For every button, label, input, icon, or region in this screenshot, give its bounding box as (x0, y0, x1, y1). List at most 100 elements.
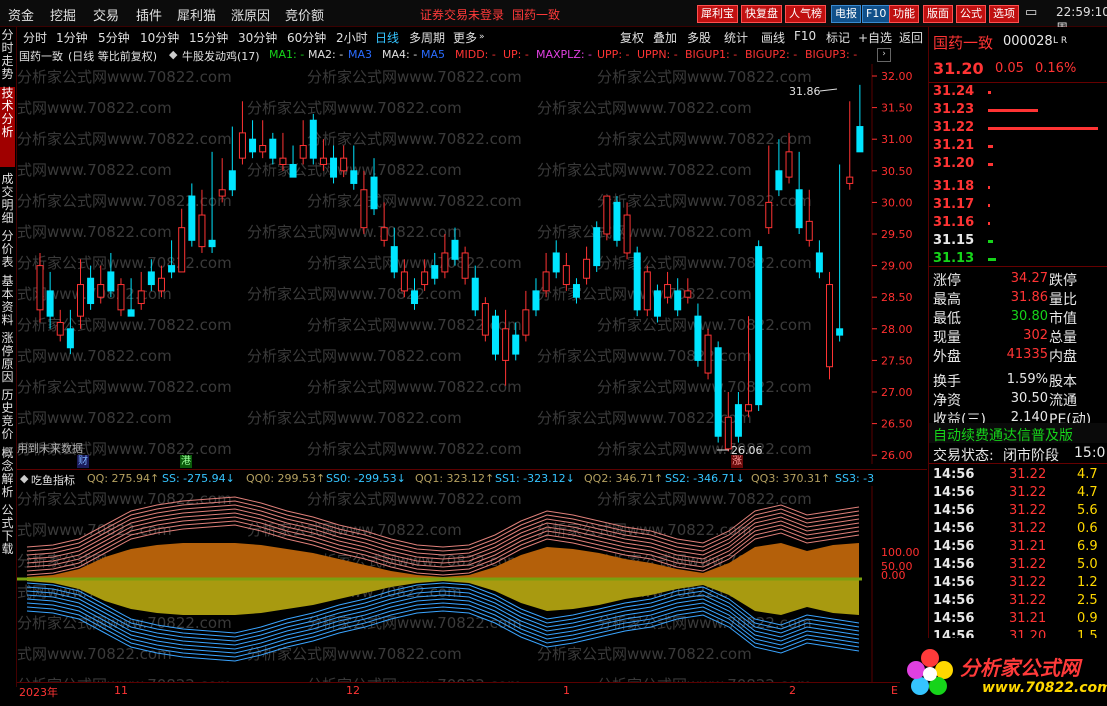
tick-row: 14:56 31.22 2.5 (933, 593, 1107, 611)
tick-time: 14:56 (933, 593, 975, 608)
add-watchlist-button[interactable]: +自选 (858, 29, 892, 46)
options-button[interactable]: 选项 (989, 5, 1019, 23)
menu-funds[interactable]: 资金 (8, 5, 34, 24)
period-10min[interactable]: 10分钟 (140, 29, 179, 46)
chart-stock-name: 国药一致 (19, 50, 63, 63)
watermark-text: 分析家公式网www.70822.com (17, 490, 232, 508)
menu-mining[interactable]: 挖掘 (50, 5, 76, 24)
period-daily[interactable]: 日线 (375, 29, 399, 46)
qq-value: QQ: 275.94↑ (87, 472, 160, 485)
minimize-icon[interactable]: ▭ (1025, 5, 1037, 20)
tab-price-table[interactable]: 分价表 (0, 230, 15, 270)
finance-marker[interactable]: 财 (77, 455, 89, 468)
login-notice[interactable]: 证券交易未登录 (420, 6, 504, 23)
menu-xilimao[interactable]: 犀利猫 (177, 5, 216, 24)
tab-history-auction[interactable]: 历史竞价 (0, 389, 15, 441)
trade-status-time: 15:0 (1074, 445, 1106, 461)
quick-review-button[interactable]: 快复盘 (741, 5, 782, 23)
price-tick-label: 31.00 (881, 133, 913, 146)
tab-basic-info[interactable]: 基本资料 (0, 275, 15, 327)
chart-mode[interactable]: (日线 等比前复权) (68, 48, 157, 64)
function-button[interactable]: 功能 (889, 5, 919, 23)
price-tick-label: 28.00 (881, 323, 913, 336)
period-1min[interactable]: 1分钟 (56, 29, 88, 46)
statistics-button[interactable]: 统计 (724, 29, 748, 46)
popularity-button[interactable]: 人气榜 (785, 5, 826, 23)
candle-body (340, 157, 348, 172)
ad-banner[interactable]: 自动续费通达信普及版 (933, 425, 1073, 445)
stat-label-right: 流通 (1049, 393, 1077, 409)
flower-logo-icon (907, 649, 953, 695)
order-book-row[interactable]: 31.24 (933, 84, 1103, 102)
candle-body (471, 277, 479, 311)
overlay-button[interactable]: 叠加 (653, 29, 677, 46)
expand-icon[interactable]: › (877, 48, 891, 62)
hk-marker[interactable]: 港 (180, 455, 192, 468)
tab-concept[interactable]: 概念解析 (0, 447, 15, 499)
formula-button[interactable]: 公式 (956, 5, 986, 23)
order-book-row[interactable]: 31.16 (933, 215, 1103, 233)
tab-intraday[interactable]: 分时走势 (0, 29, 15, 81)
tab-formula-download[interactable]: 公式下载 (0, 504, 15, 556)
candle-body (249, 138, 257, 153)
bigup2-label: BIGUP2: - (745, 48, 798, 61)
chart-f10-button[interactable]: F10 (794, 29, 816, 43)
candle-body (603, 195, 611, 235)
tick-row: 14:56 31.22 5.0 (933, 557, 1107, 575)
order-book-row[interactable]: 31.17 (933, 197, 1103, 215)
menu-plugins[interactable]: 插件 (136, 5, 162, 24)
xilibao-button[interactable]: 犀利宝 (697, 5, 738, 23)
menu-limit-reason[interactable]: 涨原因 (231, 5, 270, 24)
candle-body (168, 265, 176, 273)
candle-body (664, 284, 672, 298)
period-30min[interactable]: 30分钟 (238, 29, 277, 46)
price-tick-label: 29.00 (881, 260, 913, 273)
indicator-toggle-icon[interactable]: ◆ (169, 48, 177, 61)
sub-indicator-chart[interactable]: 分析家公式网www.70822.com 分析家公式网www.70822.com 分析… (17, 486, 928, 682)
candle-body (421, 271, 429, 286)
layout-button[interactable]: 版面 (923, 5, 953, 23)
price-tick-label: 31.50 (881, 102, 913, 115)
candle-body (279, 157, 287, 165)
indicator-name[interactable]: 牛股发动鸡(17) (182, 48, 260, 64)
order-book-bar (988, 258, 996, 261)
order-book-row[interactable]: 31.20 (933, 156, 1103, 174)
draw-line-button[interactable]: 画线 (761, 29, 785, 46)
order-book-row[interactable]: 31.21 (933, 138, 1103, 156)
order-book-price: 31.21 (933, 138, 975, 153)
period-more[interactable]: 更多 (453, 29, 477, 46)
tick-row: 14:56 31.21 0.9 (933, 611, 1107, 629)
candle-body (137, 290, 145, 305)
mark-button[interactable]: 标记 (826, 29, 850, 46)
adjust-button[interactable]: 复权 (620, 29, 644, 46)
watermark-text: 分析家公式网www.70822.com (537, 223, 752, 241)
candle-body (117, 284, 125, 311)
period-multi[interactable]: 多周期 (409, 29, 445, 46)
chevron-right-icon[interactable]: » (479, 32, 485, 42)
period-15min[interactable]: 15分钟 (189, 29, 228, 46)
back-button[interactable]: 返回 (899, 29, 923, 46)
order-book-row[interactable]: 31.15 (933, 233, 1103, 251)
telegraph-button[interactable]: 电报 (831, 5, 861, 23)
f10-button[interactable]: F10 (862, 5, 891, 23)
period-60min[interactable]: 60分钟 (287, 29, 326, 46)
multi-stock-button[interactable]: 多股 (687, 29, 711, 46)
limit-up-marker[interactable]: 涨 (731, 455, 743, 468)
candle-body (66, 328, 74, 349)
top-menu-bar: 资金 挖掘 交易 插件 犀利猫 涨原因 竞价额 证券交易未登录 国药一致 犀利宝… (0, 0, 1107, 35)
order-book-bar (988, 240, 993, 243)
candlestick-chart[interactable]: 分析家公式网www.70822.com 分析家公式网www.70822.com 分析… (17, 64, 928, 464)
tab-technical[interactable]: 技术分析 (0, 87, 15, 167)
order-book-row[interactable]: 31.23 (933, 102, 1103, 120)
period-2h[interactable]: 2小时 (336, 29, 368, 46)
candle-body (745, 404, 753, 412)
tab-transactions[interactable]: 成交明细 (0, 173, 15, 225)
menu-auction[interactable]: 竞价额 (285, 5, 324, 24)
sub-toggle-icon[interactable]: ◆ (20, 472, 28, 485)
order-book-row[interactable]: 31.22 (933, 120, 1103, 138)
tab-limit-reason[interactable]: 涨停原因 (0, 332, 15, 384)
order-book-row[interactable]: 31.18 (933, 179, 1103, 197)
menu-trade[interactable]: 交易 (93, 5, 119, 24)
period-intraday[interactable]: 分时 (23, 29, 47, 46)
period-5min[interactable]: 5分钟 (98, 29, 130, 46)
